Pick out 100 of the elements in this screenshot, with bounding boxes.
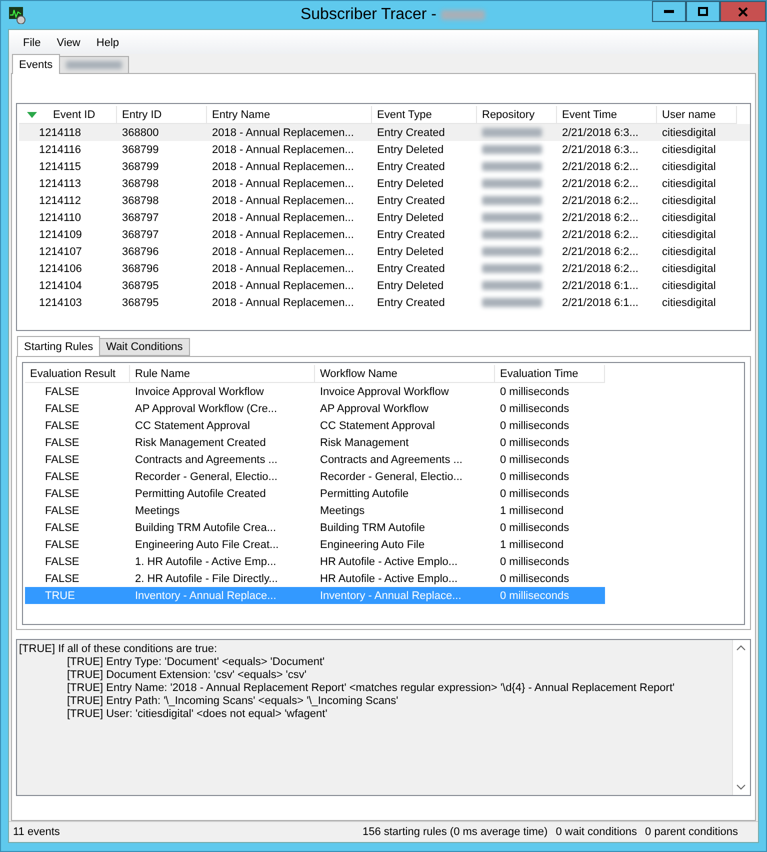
status-text: 156 starting rules (0 ms average time) (362, 826, 548, 838)
table-cell-text: FALSE (44, 520, 80, 536)
table-cell-text: 1214116 (38, 142, 82, 158)
table-cell-text: Invoice Approval Workflow (134, 384, 265, 400)
table-cell-text: 1214104 (38, 278, 83, 294)
table-cell-text: Entry Created (376, 194, 446, 208)
table-cell-text: FALSE (44, 402, 80, 416)
table-cell-text: citiesdigital (661, 160, 717, 174)
table-cell-text: 2018 - Annual Replacemen... (211, 176, 355, 192)
sort-arrow-icon (27, 112, 37, 118)
table-cell-text: 368800 (121, 126, 160, 140)
minimize-icon (664, 10, 674, 14)
table-cell-text: 2/21/2018 6:2... (561, 176, 640, 192)
status-text: 0 wait conditions (556, 826, 638, 838)
table-cell-text: FALSE (44, 486, 80, 502)
table-cell-text: Permitting Autofile Created (134, 486, 267, 502)
table-cell-text: citiesdigital (661, 210, 717, 226)
column-header[interactable]: Evaluation Time (495, 365, 605, 383)
status-text: 0 parent conditions (645, 826, 738, 838)
table-cell-text: 0 milliseconds (499, 402, 570, 416)
table-cell-text: FALSE (44, 452, 80, 468)
table-cell-text: Entry Created (376, 160, 446, 174)
table-cell-text: Engineering Auto File (319, 538, 426, 552)
maximize-button[interactable] (686, 1, 720, 22)
table-cell-text: 1. HR Autofile - Active Emp... (134, 554, 278, 570)
table-cell-text: 2018 - Annual Replacemen... (211, 296, 355, 310)
minimize-button[interactable] (652, 1, 686, 22)
table-cell-text: 0 milliseconds (499, 418, 570, 434)
table-cell: TRUE (25, 587, 130, 604)
table-cell-text: citiesdigital (661, 296, 717, 310)
table-cell-text: FALSE (44, 418, 80, 434)
status-text: 11 events (13, 826, 60, 838)
table-cell-text: 368797 (121, 210, 160, 226)
table-cell-text: 368797 (121, 228, 160, 242)
table-cell-text: CC Statement Approval (134, 418, 251, 434)
table-cell-text: 0 milliseconds (499, 452, 570, 468)
menu-item[interactable]: File (15, 35, 49, 51)
table-cell-text: Entry Created (376, 262, 446, 276)
table-cell-text: 2/21/2018 6:3... (561, 126, 640, 140)
scrollbar[interactable] (732, 640, 750, 795)
table-cell-text: 368796 (121, 262, 160, 276)
table-cell-text: Recorder - General, Electio... (134, 470, 278, 484)
close-icon (738, 6, 748, 16)
table-cell-text: Entry Deleted (376, 278, 445, 294)
column-header[interactable]: Rule Name (130, 365, 315, 383)
table-cell-text: Meetings (134, 504, 181, 518)
table-cell-text: AP Approval Workflow (319, 402, 430, 416)
table-cell-text: Risk Management Created (134, 436, 267, 450)
table-cell-text: FALSE (44, 572, 80, 586)
table-cell-text: citiesdigital (661, 244, 717, 260)
table-cell-text: 1214112 (38, 194, 82, 208)
table-cell-text: 0 milliseconds (499, 520, 570, 536)
table-cell-text: 368799 (121, 160, 160, 174)
table-cell-text: 1 millisecond (499, 538, 565, 552)
table-cell-text: 0 milliseconds (499, 470, 570, 484)
table-cell-text: 0 milliseconds (499, 486, 570, 502)
table-cell-text: 368795 (121, 278, 160, 294)
table-cell-text: Engineering Auto File Creat... (134, 538, 280, 552)
table-cell-text: AP Approval Workflow (Cre... (134, 402, 278, 416)
table-cell-text: 2/21/2018 6:2... (561, 244, 640, 260)
table-cell-text: Meetings (319, 504, 366, 518)
table-cell-text: 2018 - Annual Replacemen... (211, 142, 355, 158)
table-cell-text: Invoice Approval Workflow (319, 384, 450, 400)
table-cell-text: 0 milliseconds (499, 554, 570, 570)
table-cell-text: Entry Deleted (376, 210, 445, 226)
table-cell-text: citiesdigital (661, 278, 717, 294)
tab[interactable]: Wait Conditions (99, 338, 190, 356)
table-cell-text: 368798 (121, 194, 160, 208)
table-cell-text: Contracts and Agreements ... (134, 452, 278, 468)
table-cell-text: 2018 - Annual Replacemen... (211, 210, 355, 226)
table-cell-text: 368796 (121, 244, 160, 260)
table-cell-text: Entry Deleted (376, 176, 445, 192)
menu-item[interactable]: Help (88, 35, 128, 51)
table-cell-text: 368798 (121, 176, 160, 192)
column-header[interactable]: Workflow Name (315, 365, 495, 383)
table-cell-text: Permitting Autofile (319, 486, 410, 502)
menu-item[interactable]: View (48, 35, 88, 51)
table-cell-text: FALSE (44, 470, 80, 484)
table-cell-text: 2/21/2018 6:2... (561, 228, 640, 242)
table-cell-text: 0 milliseconds (499, 384, 570, 400)
table-cell-text: citiesdigital (661, 194, 717, 208)
table-cell-text: HR Autofile - Active Emplo... (319, 572, 459, 586)
table-cell-text: 1214103 (38, 296, 83, 310)
table-cell-text: 2/21/2018 6:1... (561, 278, 640, 294)
table-cell-text: 1214118 (38, 126, 82, 140)
tab[interactable]: Events (12, 54, 60, 74)
table-cell-text: 0 milliseconds (499, 572, 570, 586)
table-cell-text: citiesdigital (661, 126, 717, 140)
app-icon (8, 6, 26, 24)
table-cell-text: Risk Management (319, 436, 410, 450)
table-cell: Inventory - Annual Replace... (315, 587, 495, 604)
table-cell-text: CC Statement Approval (319, 418, 436, 434)
table-cell-text: citiesdigital (661, 142, 717, 158)
close-button[interactable] (720, 1, 766, 22)
column-header[interactable]: Evaluation Result (25, 365, 130, 383)
table-cell-text: Recorder - General, Electio... (319, 470, 464, 484)
table-cell-text: Entry Deleted (376, 142, 445, 158)
table-cell-text: 2/21/2018 6:3... (561, 142, 640, 158)
table-cell-text: 2018 - Annual Replacemen... (211, 228, 355, 242)
tab[interactable]: Starting Rules (17, 336, 100, 356)
